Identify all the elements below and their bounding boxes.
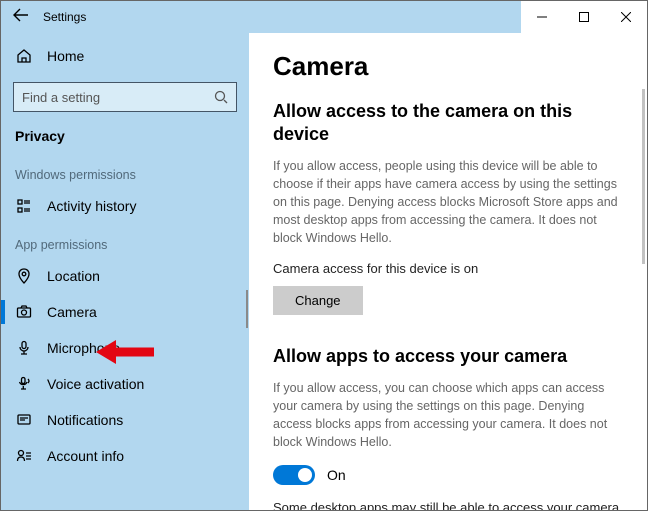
sidebar-item-microphone[interactable]: Microphone — [1, 330, 249, 366]
location-icon — [15, 267, 33, 285]
search-field[interactable] — [22, 90, 214, 105]
sidebar-item-notifications[interactable]: Notifications — [1, 402, 249, 438]
sidebar-item-camera[interactable]: Camera — [1, 294, 249, 330]
section-app-permissions: App permissions — [1, 224, 249, 258]
sidebar-item-voice[interactable]: Voice activation — [1, 366, 249, 402]
camera-icon — [15, 303, 33, 321]
sidebar-item-label: Voice activation — [47, 376, 144, 392]
sidebar-item-label: Home — [47, 48, 84, 64]
section-heading: Allow apps to access your camera — [273, 345, 623, 368]
main-panel: Camera Allow access to the camera on thi… — [249, 33, 647, 510]
sidebar-item-label: Account info — [47, 448, 124, 464]
toggle-track — [273, 465, 315, 485]
maximize-button[interactable] — [563, 1, 605, 33]
main-scrollbar[interactable] — [642, 89, 645, 264]
minimize-button[interactable] — [521, 1, 563, 33]
search-input[interactable] — [13, 82, 237, 112]
sidebar-header: Privacy — [1, 122, 249, 154]
microphone-icon — [15, 339, 33, 357]
back-icon[interactable] — [13, 7, 29, 28]
sidebar-item-label: Microphone — [47, 340, 120, 356]
sidebar-home[interactable]: Home — [1, 41, 249, 74]
section-heading: Allow access to the camera on this devic… — [273, 100, 623, 147]
section-windows-permissions: Windows permissions — [1, 154, 249, 188]
section-description: If you allow access, you can choose whic… — [273, 379, 623, 452]
window-title: Settings — [43, 10, 86, 24]
titlebar: Settings — [1, 1, 647, 33]
sidebar-item-account[interactable]: Account info — [1, 438, 249, 474]
close-button[interactable] — [605, 1, 647, 33]
home-icon — [15, 47, 33, 65]
change-button[interactable]: Change — [273, 286, 363, 315]
account-icon — [15, 447, 33, 465]
apps-access-toggle[interactable]: On — [273, 465, 623, 485]
page-title: Camera — [273, 51, 623, 82]
desktop-apps-note: Some desktop apps may still be able to a… — [273, 499, 623, 510]
sidebar-item-label: Notifications — [47, 412, 123, 428]
toggle-label: On — [327, 467, 346, 483]
sidebar-item-location[interactable]: Location — [1, 258, 249, 294]
section-description: If you allow access, people using this d… — [273, 157, 623, 248]
sidebar-scrollbar[interactable] — [246, 290, 248, 328]
sidebar-item-label: Location — [47, 268, 100, 284]
sidebar-item-label: Activity history — [47, 198, 136, 214]
sidebar-item-label: Camera — [47, 304, 97, 320]
voice-icon — [15, 375, 33, 393]
history-icon — [15, 197, 33, 215]
sidebar-item-activity[interactable]: Activity history — [1, 188, 249, 224]
search-icon — [214, 90, 228, 104]
notifications-icon — [15, 411, 33, 429]
sidebar: Home Privacy Windows permissions Activit… — [1, 33, 249, 510]
camera-access-status: Camera access for this device is on — [273, 261, 623, 276]
